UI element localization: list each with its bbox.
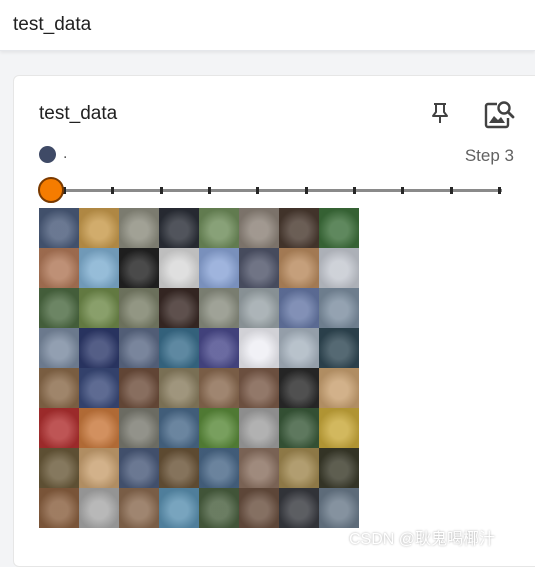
run-legend: .: [39, 144, 67, 164]
image-tile: [39, 248, 79, 288]
slider-tick: [353, 187, 356, 194]
image-tile: [279, 328, 319, 368]
slider-tick: [208, 187, 211, 194]
image-tile: [199, 208, 239, 248]
image-tile: [239, 368, 279, 408]
image-search-icon: [484, 101, 515, 129]
image-tile: [159, 488, 199, 528]
image-tile: [279, 488, 319, 528]
image-tile: [239, 208, 279, 248]
image-tile: [279, 448, 319, 488]
image-tile: [159, 328, 199, 368]
image-tile: [239, 248, 279, 288]
image-search-button[interactable]: [482, 97, 516, 131]
image-tile: [39, 488, 79, 528]
image-tile: [199, 368, 239, 408]
image-tile: [79, 368, 119, 408]
image-tile: [159, 208, 199, 248]
image-tile: [319, 208, 359, 248]
image-tile: [119, 208, 159, 248]
image-tile: [79, 488, 119, 528]
image-tile: [319, 488, 359, 528]
slider-track: [49, 189, 502, 192]
run-color-dot: [39, 145, 56, 163]
slider-tick: [159, 187, 163, 194]
slider-tick: [304, 187, 308, 194]
step-label: Step 3: [464, 146, 514, 165]
image-tile: [279, 248, 319, 288]
image-tile: [239, 488, 279, 528]
slider-thumb[interactable]: [38, 177, 64, 203]
image-tile: [79, 408, 119, 448]
image-tile: [79, 208, 119, 248]
image-tile: [239, 288, 279, 328]
image-tile: [279, 408, 319, 448]
image-tile: [79, 288, 119, 328]
image-tile: [199, 328, 239, 368]
image-tile: [39, 208, 79, 248]
pin-button[interactable]: [427, 100, 453, 126]
image-tile: [199, 488, 239, 528]
card-title: test_data: [39, 103, 118, 124]
image-tile: [119, 368, 159, 408]
image-tile: [119, 488, 159, 528]
sample-image-grid: [39, 208, 361, 530]
image-tile: [119, 408, 159, 448]
run-label: .: [63, 145, 68, 162]
slider-tick: [256, 187, 260, 194]
image-tile: [239, 328, 279, 368]
image-tile: [39, 328, 79, 368]
image-tile: [279, 368, 319, 408]
image-tile: [119, 328, 159, 368]
image-tile: [79, 448, 119, 488]
image-tile: [239, 448, 279, 488]
image-tile: [199, 248, 239, 288]
image-tile: [79, 328, 119, 368]
slider-tick: [111, 187, 115, 194]
image-card: test_data . Step 3: [13, 75, 535, 567]
slider-tick: [401, 187, 405, 194]
image-tile: [159, 408, 199, 448]
image-tile: [199, 288, 239, 328]
image-tile: [119, 448, 159, 488]
step-slider[interactable]: [37, 176, 502, 208]
top-bar: test_data: [0, 0, 535, 51]
image-tile: [319, 368, 359, 408]
image-tile: [39, 448, 79, 488]
image-tile: [319, 288, 359, 328]
slider-tick: [449, 187, 453, 194]
image-tile: [319, 408, 359, 448]
image-tile: [39, 408, 79, 448]
slider-tick: [498, 187, 501, 194]
image-tile: [159, 248, 199, 288]
image-tile: [319, 248, 359, 288]
image-tile: [279, 208, 319, 248]
page-title: test_data: [13, 14, 92, 35]
image-tile: [119, 288, 159, 328]
pin-icon: [432, 103, 448, 123]
image-tile: [319, 328, 359, 368]
image-tile: [119, 248, 159, 288]
image-tile: [279, 288, 319, 328]
image-tile: [199, 448, 239, 488]
image-tile: [39, 288, 79, 328]
image-tile: [239, 408, 279, 448]
image-tile: [159, 288, 199, 328]
image-tile: [199, 408, 239, 448]
watermark: CSDN @耿鬼喝椰汁: [349, 531, 496, 548]
image-tile: [159, 448, 199, 488]
image-tile: [79, 248, 119, 288]
image-tile: [39, 368, 79, 408]
image-tile: [319, 448, 359, 488]
image-tile: [159, 368, 199, 408]
